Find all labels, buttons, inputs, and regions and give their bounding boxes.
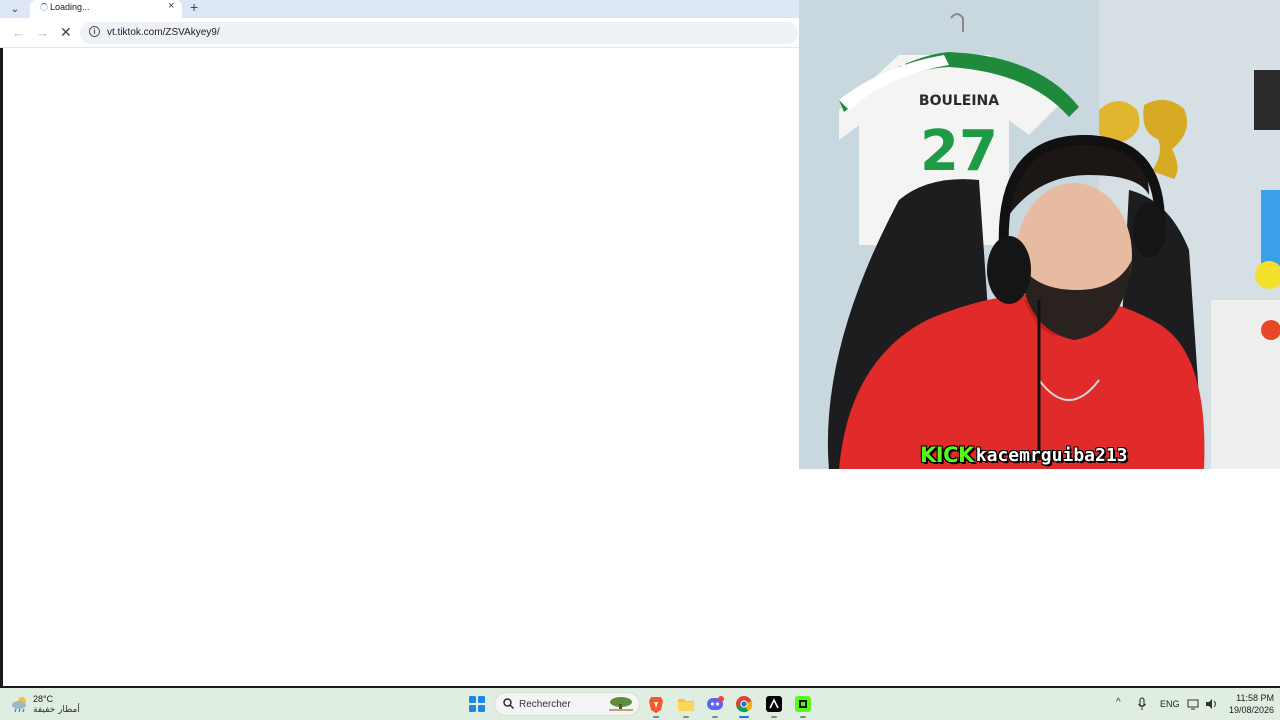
clock-date: 19/08/2026 (1228, 705, 1274, 715)
search-placeholder: Rechercher (519, 699, 571, 710)
clock-time: 11:58 PM (1236, 693, 1274, 703)
capcut-icon[interactable] (764, 694, 784, 718)
desktop-screen: ⌄ Loading... × + ← → ✕ i vt.tiktok.com/Z… (0, 0, 1280, 720)
browser-tab-strip: ⌄ Loading... × + (0, 0, 800, 18)
tab-search-chevron-icon[interactable]: ⌄ (4, 0, 26, 18)
address-bar[interactable]: i vt.tiktok.com/ZSVAkyey9/ (80, 22, 798, 44)
input-language-indicator[interactable]: ENG (1160, 699, 1180, 709)
stop-loading-button[interactable]: ✕ (60, 24, 72, 41)
weather-description: أمطار خفيفة (33, 705, 80, 715)
taskbar: 28°C أمطار خفيفة Rechercher ^ ENG 11:58 … (0, 688, 1280, 720)
webcam-overlay: BOULEINA 27 ERIA KICK kacemrguiba213 (799, 0, 1280, 469)
rain-cloud-icon (12, 697, 26, 713)
browser-toolbar: ← → ✕ i vt.tiktok.com/ZSVAkyey9/ (0, 18, 800, 48)
forward-button[interactable]: → (36, 25, 49, 40)
search-highlight-tree-icon (609, 697, 633, 711)
microphone-icon[interactable] (1137, 697, 1147, 711)
search-icon (503, 698, 514, 709)
tab-title: Loading... (50, 2, 90, 12)
brave-icon[interactable] (646, 694, 666, 718)
chrome-icon[interactable] (734, 694, 754, 718)
taskbar-search-box[interactable]: Rechercher (494, 692, 640, 716)
webcam-scene: BOULEINA 27 ERIA (799, 0, 1280, 469)
new-tab-button[interactable]: + (190, 0, 198, 15)
kick-username: kacemrguiba213 (975, 444, 1128, 466)
tray-overflow-chevron-icon[interactable]: ^ (1116, 697, 1121, 708)
network-volume-tray-icon[interactable] (1187, 698, 1219, 710)
weather-temperature: 28°C (33, 694, 54, 704)
kick-icon[interactable] (793, 694, 813, 718)
taskbar-clock[interactable]: 11:58 PM 19/08/2026 (1222, 693, 1274, 715)
weather-widget[interactable]: 28°C أمطار خفيفة (10, 692, 100, 718)
kick-logo: KICK (920, 443, 974, 467)
site-info-icon[interactable]: i (89, 26, 100, 37)
kick-username-badge: KICK kacemrguiba213 (920, 441, 1128, 469)
jersey-name-text: BOULEINA (919, 93, 999, 109)
address-url[interactable]: vt.tiktok.com/ZSVAkyey9/ (107, 27, 220, 38)
jersey-number-text: 27 (920, 119, 998, 184)
back-button[interactable]: ← (12, 25, 25, 40)
discord-icon[interactable] (705, 694, 725, 718)
browser-tab-active[interactable]: Loading... × (30, 0, 182, 18)
tab-close-icon[interactable]: × (168, 0, 174, 12)
window-left-border (0, 48, 3, 688)
file-explorer-icon[interactable] (676, 694, 696, 718)
windows-start-icon[interactable] (469, 696, 485, 712)
loading-spinner-icon (40, 3, 48, 11)
